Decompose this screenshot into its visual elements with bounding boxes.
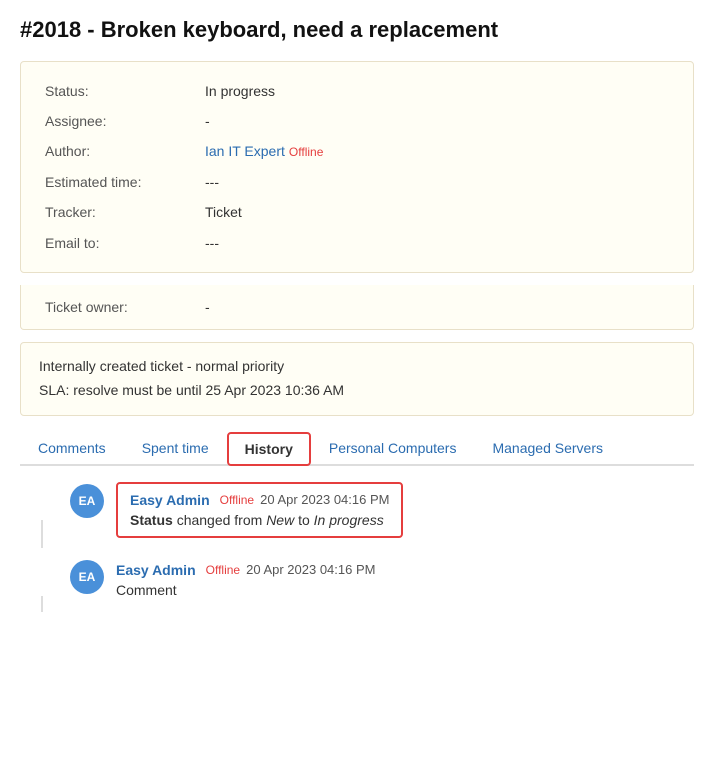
author-cell: Ian IT Expert Offline	[199, 136, 675, 166]
ticket-title: #2018 - Broken keyboard, need a replacem…	[20, 16, 694, 45]
entry-status-1: Offline	[220, 493, 254, 507]
email-to-label: Email to:	[39, 228, 199, 258]
entry-old-value-1: New	[266, 512, 294, 528]
assignee-row: Assignee: -	[39, 106, 675, 136]
tab-history[interactable]: History	[227, 432, 311, 466]
assignee-label: Assignee:	[39, 106, 199, 136]
estimated-time-label: Estimated time:	[39, 167, 199, 197]
ticket-owner-table: Ticket owner: -	[39, 295, 675, 319]
history-section: EA Easy Admin Offline 20 Apr 2023 04:16 …	[20, 482, 694, 602]
author-link[interactable]: Ian IT Expert	[205, 143, 285, 159]
entry-new-value-1: In progress	[314, 512, 384, 528]
entry-comment-2: Comment	[116, 582, 690, 598]
tab-spent-time[interactable]: Spent time	[124, 432, 227, 464]
history-entry-1: EA Easy Admin Offline 20 Apr 2023 04:16 …	[24, 482, 690, 538]
entry-timestamp-2: 20 Apr 2023 04:16 PM	[246, 562, 375, 577]
tracker-label: Tracker:	[39, 197, 199, 227]
entry-changed-from-1: changed from	[177, 512, 267, 528]
entry-body-1: Status changed from New to In progress	[130, 512, 389, 528]
sla-line2: SLA: resolve must be until 25 Apr 2023 1…	[39, 379, 675, 403]
email-to-value: ---	[199, 228, 675, 258]
entry-highlighted-1: Easy Admin Offline 20 Apr 2023 04:16 PM …	[116, 482, 403, 538]
page-container: #2018 - Broken keyboard, need a replacem…	[0, 0, 714, 638]
ticket-owner-row: Ticket owner: -	[39, 295, 675, 319]
history-entry-2: EA Easy Admin Offline 20 Apr 2023 04:16 …	[24, 558, 690, 602]
author-offline-badge: Offline	[289, 145, 323, 159]
ticket-owner-value: -	[199, 295, 675, 319]
avatar-1: EA	[70, 484, 104, 518]
author-label: Author:	[39, 136, 199, 166]
status-row: Status: In progress	[39, 76, 675, 106]
entry-header-2: Easy Admin Offline 20 Apr 2023 04:16 PM	[116, 562, 690, 578]
ticket-owner-section: Ticket owner: -	[20, 285, 694, 330]
entry-timestamp-1: 20 Apr 2023 04:16 PM	[260, 492, 389, 507]
entry-content-1: Easy Admin Offline 20 Apr 2023 04:16 PM …	[116, 482, 690, 538]
estimated-time-row: Estimated time: ---	[39, 167, 675, 197]
entry-to-1: to	[298, 512, 314, 528]
tracker-row: Tracker: Ticket	[39, 197, 675, 227]
entry-author-1[interactable]: Easy Admin	[130, 492, 210, 508]
estimated-time-value: ---	[199, 167, 675, 197]
status-label: Status:	[39, 76, 199, 106]
status-value: In progress	[199, 76, 675, 106]
tab-managed-servers[interactable]: Managed Servers	[474, 432, 621, 464]
entry-field-name-1: Status	[130, 512, 173, 528]
assignee-value: -	[199, 106, 675, 136]
entry-status-2: Offline	[206, 563, 240, 577]
avatar-2: EA	[70, 560, 104, 594]
entry-author-2[interactable]: Easy Admin	[116, 562, 196, 578]
email-to-row: Email to: ---	[39, 228, 675, 258]
entry-header-1: Easy Admin Offline 20 Apr 2023 04:16 PM	[130, 492, 389, 508]
sla-line1: Internally created ticket - normal prior…	[39, 355, 675, 379]
author-row: Author: Ian IT Expert Offline	[39, 136, 675, 166]
entry-content-2: Easy Admin Offline 20 Apr 2023 04:16 PM …	[116, 558, 690, 602]
info-panel: Status: In progress Assignee: - Author: …	[20, 61, 694, 273]
tab-comments[interactable]: Comments	[20, 432, 124, 464]
sla-section: Internally created ticket - normal prior…	[20, 342, 694, 416]
tab-personal-computers[interactable]: Personal Computers	[311, 432, 475, 464]
tracker-value: Ticket	[199, 197, 675, 227]
info-table: Status: In progress Assignee: - Author: …	[39, 76, 675, 258]
ticket-owner-label: Ticket owner:	[39, 295, 199, 319]
tabs-container: Comments Spent time History Personal Com…	[20, 432, 694, 466]
